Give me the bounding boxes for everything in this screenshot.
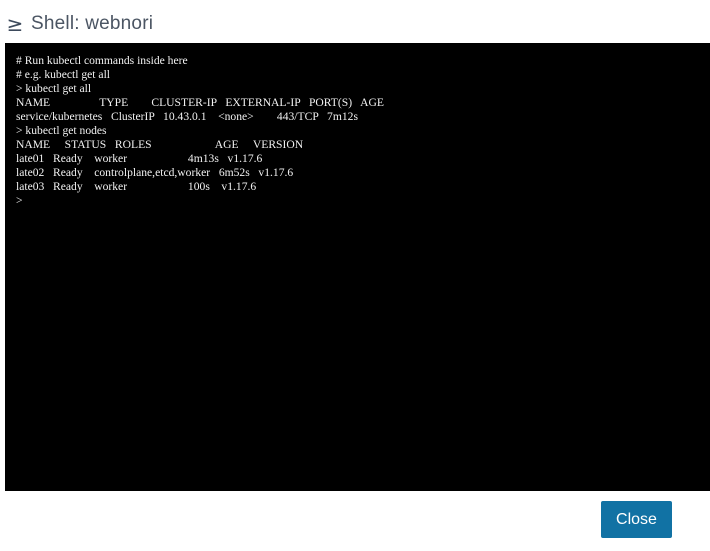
terminal-line: late03 Ready worker 100s v1.17.6 <box>16 180 257 193</box>
terminal-prompt[interactable]: > <box>16 194 710 208</box>
dialog-header: ≥ Shell: webnori <box>6 10 153 38</box>
terminal-window[interactable]: # Run kubectl commands inside here # e.g… <box>5 43 710 491</box>
terminal-line: > kubectl get all <box>16 82 92 95</box>
terminal-line: > kubectl get nodes <box>16 124 107 137</box>
terminal-line: service/kubernetes ClusterIP 10.43.0.1 <… <box>16 110 358 123</box>
dialog-title: Shell: webnori <box>31 13 154 34</box>
shell-icon: ≥ <box>6 12 24 36</box>
terminal-line: NAME STATUS ROLES AGE VERSION <box>16 138 304 151</box>
terminal-line: # e.g. kubectl get all <box>16 68 111 81</box>
terminal-line: NAME TYPE CLUSTER-IP EXTERNAL-IP PORT(S)… <box>16 96 384 109</box>
terminal-line: late02 Ready controlplane,etcd,worker 6m… <box>16 166 294 179</box>
close-button[interactable]: Close <box>601 501 672 538</box>
terminal-line: # Run kubectl commands inside here <box>16 54 188 67</box>
terminal-line: late01 Ready worker 4m13s v1.17.6 <box>16 152 263 165</box>
